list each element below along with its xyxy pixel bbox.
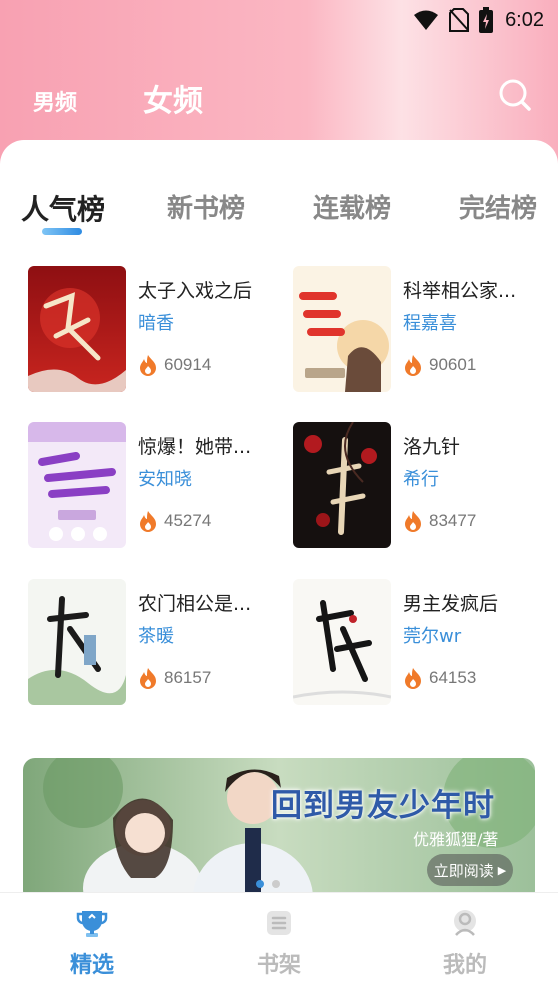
nav-featured[interactable]: 精选 [42,893,142,992]
book-cover [293,422,391,548]
nav-profile[interactable]: 我的 [415,893,515,992]
battery-charging-icon [479,7,494,33]
book-card[interactable]: 太子入戏之后 暗香 60914 [28,266,288,392]
heat-count: 90601 [403,354,476,376]
nav-label: 我的 [442,952,487,978]
nav-bookshelf[interactable]: 书架 [229,893,329,992]
book-card[interactable]: 农门相公是... 茶暖 86157 [28,579,288,705]
tab-popular-ranking[interactable]: 人气榜 [21,188,105,228]
banner-title: 回到男友少年时 [271,788,495,824]
tab-new-books-ranking[interactable]: 新书榜 [167,188,245,225]
book-cover [28,579,126,705]
flame-icon [140,511,156,532]
heat-count: 60914 [138,354,211,376]
search-icon[interactable] [498,78,532,112]
book-title: 男主发疯后 [403,593,499,615]
tab-female-channel[interactable]: 女频 [143,76,203,120]
book-author[interactable]: 希行 [403,465,439,491]
book-card[interactable]: 惊爆！她带... 安知晓 45274 [28,422,288,548]
flame-icon [140,355,156,376]
tab-indicator [42,228,82,235]
book-card[interactable]: 科举相公家... 程嘉喜 90601 [293,266,553,392]
heat-count: 64153 [403,667,476,689]
book-title: 洛九针 [403,436,461,458]
no-sim-icon [449,8,470,32]
book-title: 科举相公家... [403,280,517,302]
nav-label: 精选 [69,952,114,978]
book-author[interactable]: 程嘉喜 [403,309,457,335]
book-cover [28,422,126,548]
book-title: 农门相公是... [138,593,252,615]
user-icon [454,910,476,936]
book-author[interactable]: 莞尔wr [403,622,461,648]
banner-author: 优雅狐狸/著 [413,830,499,849]
heat-count: 86157 [138,667,211,689]
book-card[interactable]: 男主发疯后 莞尔wr 64153 [293,579,553,705]
book-author[interactable]: 暗香 [138,309,174,335]
play-arrow-icon: ▶ [497,863,507,877]
clock: 6:02 [505,8,544,31]
nav-label: 书架 [256,952,301,978]
bottom-nav: 精选 书架 我的 [0,892,558,992]
flame-icon [405,355,421,376]
flame-icon [405,511,421,532]
read-now-button[interactable]: 立即阅读 ▶ [427,854,513,886]
flame-icon [405,668,421,689]
status-bar: 6:02 [0,0,558,40]
book-author[interactable]: 安知晓 [138,465,192,491]
bookshelf-icon [267,911,291,935]
book-title: 太子入戏之后 [138,280,253,302]
book-cover [293,266,391,392]
book-title: 惊爆！她带... [138,436,252,458]
tab-male-channel[interactable]: 男频 [33,85,77,117]
wifi-icon [414,10,439,30]
carousel-dot[interactable] [272,880,280,888]
heat-count: 83477 [403,510,476,532]
book-cover [293,579,391,705]
carousel-dots [256,880,280,888]
book-author[interactable]: 茶暖 [138,622,174,648]
heat-count: 45274 [138,510,211,532]
flame-icon [140,668,156,689]
book-cover [28,266,126,392]
carousel-dot[interactable] [256,880,264,888]
book-card[interactable]: 洛九针 希行 83477 [293,422,553,548]
tab-completed-ranking[interactable]: 完结榜 [459,188,537,225]
tab-serial-ranking[interactable]: 连载榜 [313,188,391,225]
trophy-icon [76,911,108,937]
